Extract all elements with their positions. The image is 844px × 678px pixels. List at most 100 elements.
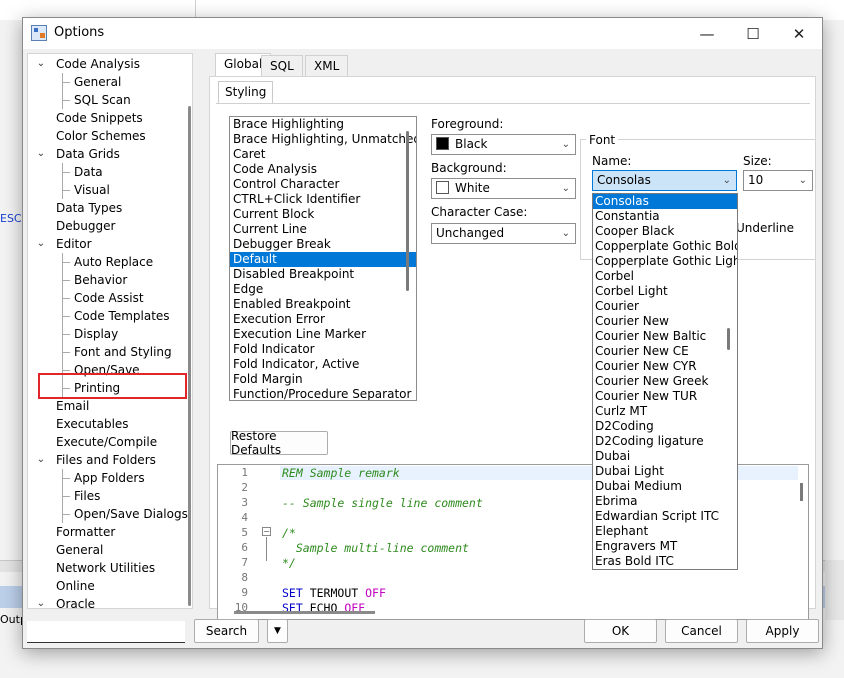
font-list-item[interactable]: Courier New Baltic bbox=[593, 329, 737, 344]
style-list-item[interactable]: Current Block bbox=[230, 207, 416, 222]
tree-guide-line bbox=[62, 82, 70, 83]
tree-item-label: Behavior bbox=[74, 273, 128, 287]
tab-sql[interactable]: SQL bbox=[261, 55, 303, 77]
style-list-item[interactable]: Fold Margin bbox=[230, 372, 416, 387]
font-size-combo[interactable]: 10 ⌄ bbox=[743, 170, 813, 191]
style-list-item[interactable]: Current Line bbox=[230, 222, 416, 237]
background-combo[interactable]: White ⌄ bbox=[431, 178, 576, 199]
options-tree[interactable]: ⌄ Code Analysis General SQL Scan Code Snippe… bbox=[27, 53, 193, 609]
style-list[interactable]: Brace Highlighting Brace Highlighting, Un… bbox=[229, 116, 417, 401]
font-name-combo[interactable]: Consolas ⌄ bbox=[592, 170, 737, 191]
close-button[interactable]: ✕ bbox=[776, 18, 822, 49]
font-list-item[interactable]: Dubai Medium bbox=[593, 479, 737, 494]
font-list-item[interactable]: D2Coding bbox=[593, 419, 737, 434]
tree-item-label: Files bbox=[74, 489, 101, 503]
tree-item-label: Execute/Compile bbox=[56, 435, 158, 449]
editor-vertical-scrollbar[interactable] bbox=[800, 483, 803, 501]
font-list-item[interactable]: Dubai Light bbox=[593, 464, 737, 479]
style-list-item[interactable]: Debugger Break bbox=[230, 237, 416, 252]
line-number: 2 bbox=[241, 481, 248, 494]
style-list-item[interactable]: Brace Highlighting bbox=[230, 117, 416, 132]
font-list-item[interactable]: Courier New CYR bbox=[593, 359, 737, 374]
tree-scrollbar[interactable] bbox=[188, 106, 191, 606]
font-list-item[interactable]: Corbel bbox=[593, 269, 737, 284]
font-list-item[interactable]: Constantia bbox=[593, 209, 737, 224]
chevron-down-icon[interactable]: ⌄ bbox=[34, 451, 48, 469]
fold-toggle-icon[interactable]: − bbox=[262, 527, 271, 536]
style-list-item[interactable]: Fold Indicator bbox=[230, 342, 416, 357]
chevron-down-icon[interactable]: ⌄ bbox=[34, 145, 48, 163]
tab-styling[interactable]: Styling bbox=[218, 81, 274, 103]
code-line-9: SET TERMOUT OFF bbox=[282, 586, 386, 600]
style-list-item[interactable]: Execution Error bbox=[230, 312, 416, 327]
fold-line bbox=[266, 537, 267, 561]
font-list-item[interactable]: Engravers MT bbox=[593, 539, 737, 554]
font-list-item[interactable]: Copperplate Gothic Bold bbox=[593, 239, 737, 254]
font-list-item[interactable]: Eras Bold ITC bbox=[593, 554, 737, 569]
search-input[interactable] bbox=[27, 621, 185, 643]
font-list-item[interactable]: D2Coding ligature bbox=[593, 434, 737, 449]
font-list-item[interactable]: Cooper Black bbox=[593, 224, 737, 239]
maximize-button[interactable]: ☐ bbox=[730, 18, 776, 49]
font-list-item[interactable]: Courier bbox=[593, 299, 737, 314]
font-list-item[interactable]: Copperplate Gothic Light bbox=[593, 254, 737, 269]
tree-item-label: Oracle bbox=[56, 597, 96, 609]
font-list-item[interactable]: Ebrima bbox=[593, 494, 737, 509]
font-dropdown-scrollbar[interactable] bbox=[727, 328, 730, 350]
font-list-item[interactable]: Courier New bbox=[593, 314, 737, 329]
chevron-down-icon[interactable]: ⌄ bbox=[34, 595, 48, 608]
search-button[interactable]: Search bbox=[194, 619, 259, 643]
tree-guide-line bbox=[62, 352, 70, 353]
apply-button[interactable]: Apply bbox=[746, 619, 819, 643]
chevron-down-icon[interactable]: ⌄ bbox=[34, 55, 48, 73]
tree-item-label: Code Assist bbox=[74, 291, 144, 305]
style-list-item[interactable]: Execution Line Marker bbox=[230, 327, 416, 342]
code-line-3: -- Sample single line comment bbox=[282, 496, 483, 510]
cancel-button[interactable]: Cancel bbox=[665, 619, 738, 643]
line-number: 3 bbox=[241, 496, 248, 509]
font-list-item[interactable]: Elephant bbox=[593, 524, 737, 539]
style-list-item[interactable]: Code Analysis bbox=[230, 162, 416, 177]
font-list-item[interactable]: Courier New CE bbox=[593, 344, 737, 359]
style-list-item[interactable]: Enabled Breakpoint bbox=[230, 297, 416, 312]
tree-item-label: Data bbox=[74, 165, 103, 179]
tree-item-label: Formatter bbox=[56, 525, 116, 539]
font-list-item[interactable]: Courier New Greek bbox=[593, 374, 737, 389]
style-list-item[interactable]: Disabled Breakpoint bbox=[230, 267, 416, 282]
style-list-item[interactable]: Fold Indicator, Active bbox=[230, 357, 416, 372]
code-line-7: */ bbox=[282, 556, 296, 570]
font-list-item[interactable]: Corbel Light bbox=[593, 284, 737, 299]
minimize-button[interactable]: — bbox=[684, 18, 730, 49]
style-list-item[interactable]: Brace Highlighting, Unmatched bbox=[230, 132, 416, 147]
character-case-combo[interactable]: Unchanged ⌄ bbox=[431, 223, 576, 244]
foreground-combo[interactable]: Black ⌄ bbox=[431, 134, 576, 155]
search-dropdown-button[interactable]: ▼ bbox=[267, 619, 288, 643]
options-panel: Styling Brace Highlighting Brace Highligh… bbox=[209, 76, 816, 620]
character-case-label: Character Case: bbox=[431, 205, 528, 219]
bg-scrollbar bbox=[825, 560, 844, 620]
restore-defaults-button[interactable]: Restore Defaults bbox=[230, 429, 328, 457]
editor-horizontal-scrollbar[interactable] bbox=[234, 611, 375, 614]
font-list-item[interactable]: Edwardian Script ITC bbox=[593, 509, 737, 524]
font-list-item[interactable]: Courier New TUR bbox=[593, 389, 737, 404]
tree-guide-line bbox=[62, 100, 70, 101]
style-list-item[interactable]: Default bbox=[230, 252, 416, 267]
style-list-item[interactable]: Caret bbox=[230, 147, 416, 162]
chevron-down-icon: ⌄ bbox=[561, 183, 570, 194]
underline-label[interactable]: Underline bbox=[736, 221, 794, 235]
tab-xml[interactable]: XML bbox=[305, 55, 349, 77]
chevron-down-icon[interactable]: ⌄ bbox=[34, 235, 48, 253]
font-dropdown-list[interactable]: Consolas Constantia Cooper Black Copperplat… bbox=[592, 193, 738, 570]
ok-button[interactable]: OK bbox=[584, 619, 657, 643]
tree-guide-line bbox=[62, 316, 70, 317]
font-list-item[interactable]: Consolas bbox=[593, 194, 737, 209]
style-list-item[interactable]: CTRL+Click Identifier bbox=[230, 192, 416, 207]
style-list-item[interactable]: Function/Procedure Separator bbox=[230, 387, 416, 400]
tree-item-label: Data Types bbox=[56, 201, 123, 215]
style-list-item[interactable]: Edge bbox=[230, 282, 416, 297]
font-list-item[interactable]: Dubai bbox=[593, 449, 737, 464]
line-number: 6 bbox=[241, 541, 248, 554]
font-list-item[interactable]: Curlz MT bbox=[593, 404, 737, 419]
style-list-scrollbar[interactable] bbox=[406, 131, 409, 291]
style-list-item[interactable]: Control Character bbox=[230, 177, 416, 192]
